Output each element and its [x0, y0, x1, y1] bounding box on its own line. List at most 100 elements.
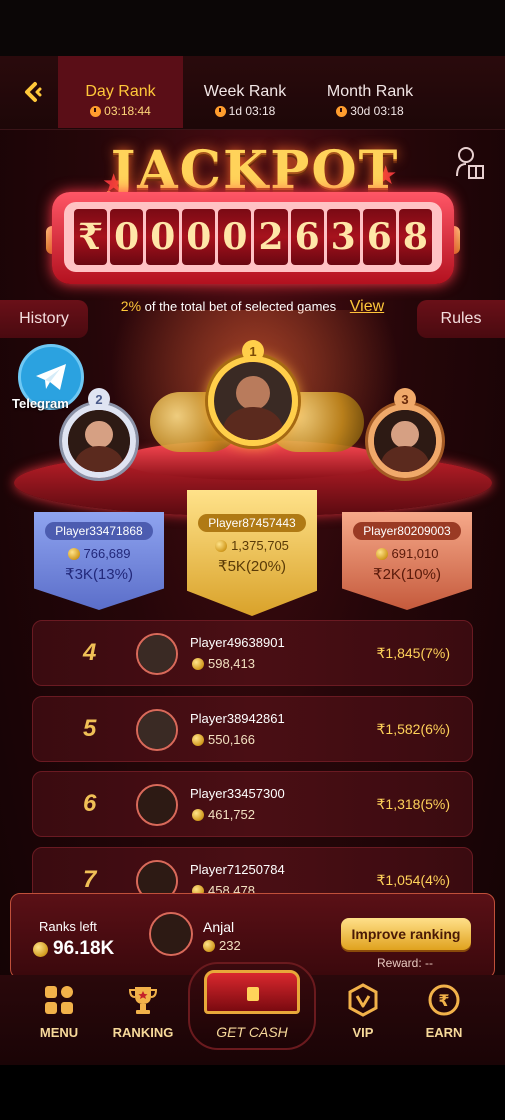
back-button[interactable] [16, 76, 48, 108]
nav-get-cash[interactable]: GET CASH [188, 962, 316, 1050]
player-avatar [136, 633, 178, 675]
rank-1-avatar[interactable] [214, 362, 292, 440]
coin-icon [215, 539, 228, 552]
jackpot-digit: 3 [326, 209, 360, 265]
nav-label: RANKING [112, 1025, 174, 1040]
tab-timer: 30d 03:18 [350, 104, 404, 118]
history-button[interactable]: History [0, 300, 88, 338]
page: Day Rank 03:18:44 Week Rank 1d 03:18 Mon… [0, 0, 505, 1120]
player-avatar [136, 709, 178, 751]
rank-row[interactable]: 6 Player33457300 461,752 ₹1,318(5%) [32, 771, 473, 837]
nav-ranking[interactable]: RANKING [98, 983, 188, 1040]
player-name: Player33457300 [190, 786, 285, 801]
system-bar [0, 1065, 505, 1120]
nav-label: MENU [39, 1025, 79, 1040]
player-prize: ₹1,845(7%) [376, 644, 451, 661]
player-avatar [136, 784, 178, 826]
my-name: Anjal [203, 919, 235, 935]
tab-week-rank[interactable]: Week Rank 1d 03:18 [186, 56, 304, 128]
player-score: 1,375,705 [231, 538, 289, 553]
coin-icon [33, 941, 48, 957]
tab-month-rank[interactable]: Month Rank 30d 03:18 [310, 56, 430, 128]
rank-row[interactable]: 5 Player38942861 550,166 ₹1,582(6%) [32, 696, 473, 762]
rank-1-card[interactable]: Player87457443 1,375,705 ₹5K(20%) [187, 490, 317, 616]
nav-label: VIP [352, 1025, 374, 1040]
player-name: Player80209003 [353, 522, 461, 540]
rank-number: 6 [83, 790, 97, 817]
tab-timer: 03:18:44 [104, 104, 151, 118]
nav-earn[interactable]: ₹ EARN [399, 983, 489, 1040]
player-name: Player71250784 [190, 862, 285, 877]
rank-3-card[interactable]: Player80209003 691,010 ₹2K(10%) [342, 512, 472, 610]
rules-button[interactable]: Rules [417, 300, 505, 338]
improve-ranking-button[interactable]: Improve ranking [341, 918, 471, 950]
rank-2-card[interactable]: Player33471868 766,689 ₹3K(13%) [34, 512, 164, 610]
back-icon [25, 82, 42, 102]
rank-3-avatar[interactable] [374, 410, 436, 472]
jackpot-digit: 2 [254, 209, 288, 265]
player-name: Player33471868 [45, 522, 153, 540]
rank-2-avatar[interactable] [68, 410, 130, 472]
player-score: 461,752 [208, 807, 255, 822]
tab-timer: 1d 03:18 [228, 104, 276, 118]
player-prize: ₹2K(10%) [373, 566, 441, 583]
status-area [0, 0, 505, 56]
rupee-icon: ₹ [427, 983, 461, 1017]
ranks-left-value: 96.18K [53, 938, 115, 959]
jackpot-digit: 8 [398, 209, 432, 265]
player-score: 766,689 [83, 546, 131, 561]
coin-icon [67, 547, 80, 560]
player-name: Player49638901 [190, 635, 285, 650]
tab-label: Day Rank [85, 83, 156, 100]
vip-icon [346, 983, 380, 1017]
menu-icon [42, 983, 76, 1017]
gift-user-icon[interactable] [455, 146, 485, 180]
coin-icon [192, 733, 204, 746]
player-prize: ₹3K(13%) [65, 566, 133, 583]
rank-1-badge: 1 [242, 340, 264, 362]
nav-menu[interactable]: MENU [14, 983, 104, 1040]
telegram-icon [36, 364, 66, 390]
jackpot-digit: 0 [182, 209, 216, 265]
rank-2-badge: 2 [88, 388, 110, 410]
jackpot-counter: ₹ 0 0 0 0 2 6 3 6 8 [52, 192, 454, 284]
player-name: Player38942861 [190, 711, 285, 726]
my-avatar [149, 912, 193, 956]
nav-vip[interactable]: VIP [318, 983, 408, 1040]
currency-symbol: ₹ [74, 209, 108, 265]
coin-icon [203, 939, 215, 952]
coin-icon [192, 808, 204, 821]
player-prize: ₹1,582(6%) [376, 720, 451, 737]
player-score: 550,166 [208, 732, 255, 747]
reward-text: Reward: -- [377, 956, 434, 970]
coin-icon [375, 547, 388, 560]
tab-label: Week Rank [203, 83, 287, 100]
tab-day-rank[interactable]: Day Rank 03:18:44 [58, 56, 183, 128]
nav-label: EARN [425, 1025, 463, 1040]
player-score: 598,413 [208, 656, 255, 671]
rank-tabs-header: Day Rank 03:18:44 Week Rank 1d 03:18 Mon… [0, 56, 505, 130]
player-name: Player87457443 [198, 514, 306, 532]
player-score: 691,010 [391, 546, 439, 561]
rank-number: 5 [83, 715, 97, 742]
jackpot-digit: 0 [218, 209, 252, 265]
jackpot-digit: 6 [290, 209, 324, 265]
player-prize: ₹5K(20%) [218, 558, 286, 575]
rank-number: 4 [83, 639, 97, 666]
coin-icon [192, 657, 204, 670]
clock-icon [214, 105, 226, 117]
trophy-icon [126, 983, 160, 1017]
telegram-label: Telegram [12, 396, 69, 411]
rank-row[interactable]: 4 Player49638901 598,413 ₹1,845(7%) [32, 620, 473, 686]
jackpot-digit: 0 [146, 209, 180, 265]
jackpot-digit: 6 [362, 209, 396, 265]
svg-text:₹: ₹ [438, 991, 449, 1010]
clock-icon [90, 105, 102, 117]
jackpot-digit: 0 [110, 209, 144, 265]
my-score: 232 [219, 938, 241, 953]
treasure-chest-icon [204, 970, 300, 1014]
tab-label: Month Rank [326, 83, 414, 100]
clock-icon [336, 105, 348, 117]
nav-label: GET CASH [216, 1024, 288, 1040]
ranks-left-label: Ranks left [39, 919, 97, 934]
